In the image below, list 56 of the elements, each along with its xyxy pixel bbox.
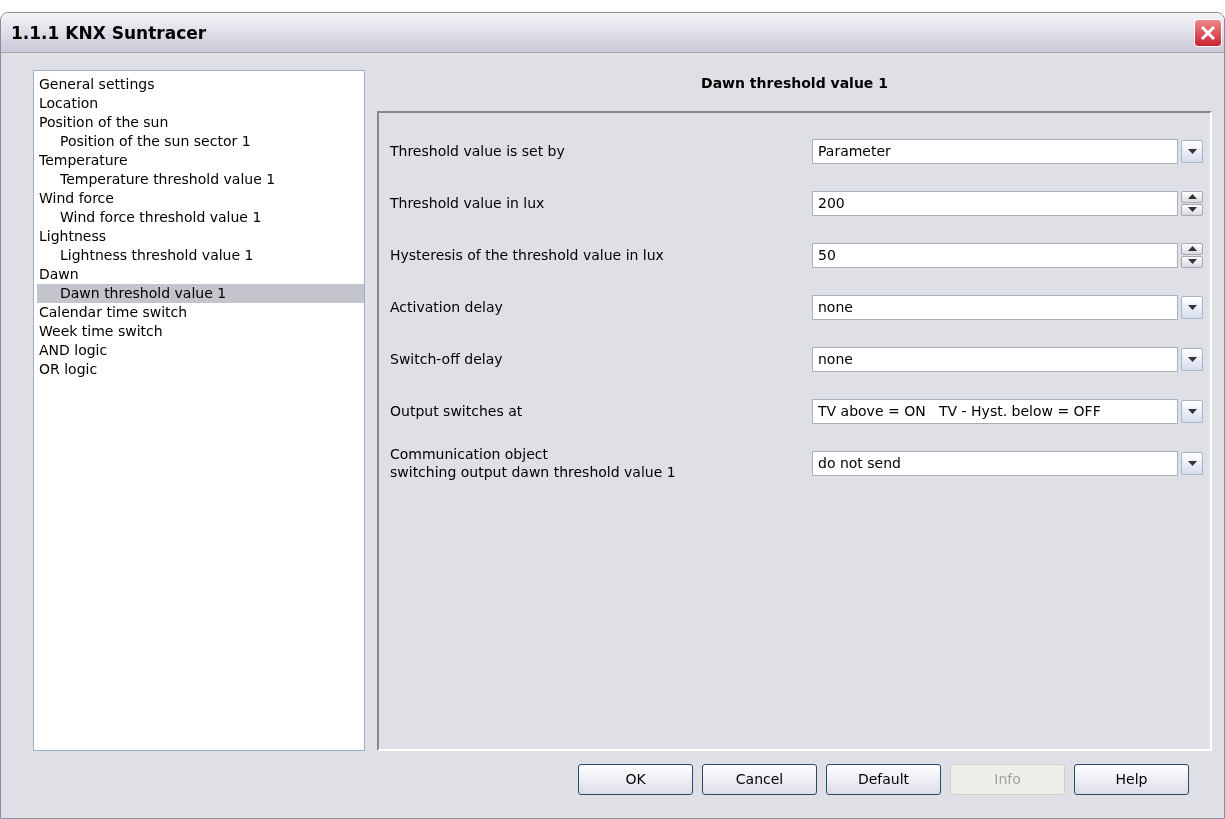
dropdown-field[interactable]: none <box>812 346 1178 372</box>
close-icon <box>1199 23 1217 42</box>
down-arrow-icon <box>1187 304 1197 310</box>
parameter-label: Activation delay <box>390 298 504 316</box>
tree-item[interactable]: Lightness <box>37 227 364 246</box>
dropdown-button[interactable] <box>1181 139 1203 163</box>
down-arrow-icon <box>1187 148 1197 154</box>
parameter-label: Output switches at <box>390 402 524 420</box>
dropdown-field[interactable]: none <box>812 294 1178 320</box>
dialog-button[interactable]: Default <box>826 763 941 795</box>
parameter-label: Threshold value in lux <box>390 194 546 212</box>
window-title: 1.1.1 KNX Suntracer <box>11 22 207 43</box>
dropdown-field[interactable]: TV above = ON TV - Hyst. below = OFF <box>812 398 1178 424</box>
tree-item[interactable]: Dawn threshold value 1 <box>37 284 364 303</box>
down-arrow-icon <box>1187 259 1197 264</box>
tree-item[interactable]: Location <box>37 94 364 113</box>
tree-item[interactable]: Temperature <box>37 151 364 170</box>
parameter-label: Communication object switching output dawn threshold value 1 <box>390 445 677 481</box>
tree-item[interactable]: Position of the sun sector 1 <box>37 132 364 151</box>
tree-item[interactable]: Calendar time switch <box>37 303 364 322</box>
dialog-button[interactable]: OK <box>578 763 693 795</box>
dropdown-field[interactable]: do not send <box>812 450 1178 476</box>
tree-item[interactable]: Temperature threshold value 1 <box>37 170 364 189</box>
dropdown-button[interactable] <box>1181 347 1203 371</box>
tree-item[interactable]: Wind force <box>37 189 364 208</box>
tree-item[interactable]: Week time switch <box>37 322 364 341</box>
increment-button[interactable] <box>1181 242 1203 255</box>
down-arrow-icon <box>1187 356 1197 362</box>
tree-item[interactable]: Wind force threshold value 1 <box>37 208 364 227</box>
down-arrow-icon <box>1187 207 1197 212</box>
tree-item[interactable]: Dawn <box>37 265 364 284</box>
dialog-button[interactable]: Cancel <box>702 763 817 795</box>
decrement-button[interactable] <box>1181 255 1203 268</box>
tree-item[interactable]: Position of the sun <box>37 113 364 132</box>
tree-item[interactable]: OR logic <box>37 360 364 379</box>
parameter-label: Threshold value is set by <box>390 142 566 160</box>
parameter-label: Hysteresis of the threshold value in lux <box>390 246 665 264</box>
tree-item[interactable]: General settings <box>37 75 364 94</box>
increment-button[interactable] <box>1181 190 1203 203</box>
up-arrow-icon <box>1187 194 1197 199</box>
number-field[interactable]: 200 <box>812 190 1178 216</box>
parameter-label: Switch-off delay <box>390 350 504 368</box>
dialog-button[interactable]: Help <box>1074 763 1189 795</box>
up-arrow-icon <box>1187 246 1197 251</box>
dropdown-button[interactable] <box>1181 295 1203 319</box>
number-field[interactable]: 50 <box>812 242 1178 268</box>
down-arrow-icon <box>1187 460 1197 466</box>
dropdown-field[interactable]: Parameter <box>812 138 1178 164</box>
tree-item[interactable]: AND logic <box>37 341 364 360</box>
decrement-button[interactable] <box>1181 203 1203 216</box>
dropdown-button[interactable] <box>1181 399 1203 423</box>
dropdown-button[interactable] <box>1181 451 1203 475</box>
close-button[interactable] <box>1194 18 1222 47</box>
panel-title: Dawn threshold value 1 <box>701 74 888 93</box>
down-arrow-icon <box>1187 408 1197 414</box>
tree-item[interactable]: Lightness threshold value 1 <box>37 246 364 265</box>
